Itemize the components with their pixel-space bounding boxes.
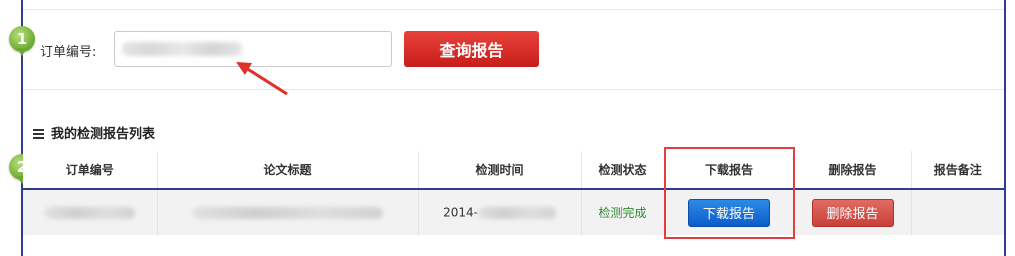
cell-check-time: 2014-: [418, 189, 582, 235]
header-status: 检测状态: [581, 151, 665, 189]
table-row: 2014- 检测完成 下载报告 删除报告: [23, 189, 1004, 235]
report-list-title-text: 我的检测报告列表: [51, 127, 156, 142]
order-number-label: 订单编号:: [40, 45, 97, 60]
report-table: 订单编号 论文标题 检测时间 检测状态 下载报告 删除报告 报告备注 2014-…: [23, 151, 1004, 235]
status-value: 检测完成: [598, 206, 647, 220]
table-header-row: 订单编号 论文标题 检测时间 检测状态 下载报告 删除报告 报告备注: [23, 151, 1004, 189]
download-highlight-box: [664, 147, 795, 239]
cell-delete: 删除报告: [794, 189, 912, 235]
cell-status: 检测完成: [581, 189, 665, 235]
step-1-marker: 1: [9, 26, 35, 56]
redacted-order-number-cell: [44, 207, 135, 219]
redacted-check-time: [477, 206, 556, 219]
header-paper-title: 论文标题: [157, 151, 419, 189]
header-check-time: 检测时间: [418, 151, 582, 189]
report-list-title: 我的检测报告列表: [33, 123, 155, 142]
list-icon: [33, 129, 44, 139]
check-time-value: 2014-: [443, 205, 478, 220]
header-delete-report: 删除报告: [794, 151, 912, 189]
divider-top: [23, 9, 1004, 10]
cell-paper-title: [157, 189, 419, 235]
red-arrow-icon: [236, 62, 288, 96]
header-report-remark: 报告备注: [911, 151, 1004, 189]
redacted-paper-title: [192, 207, 383, 219]
header-order-number: 订单编号: [23, 151, 158, 189]
cell-order-number: [23, 189, 158, 235]
redacted-order-number: [122, 42, 242, 56]
delete-report-button[interactable]: 删除报告: [811, 198, 894, 227]
query-report-button[interactable]: 查询报告: [404, 31, 539, 67]
divider-middle: [23, 89, 1004, 90]
cell-remark: [911, 189, 1004, 235]
frame-right-border: [1004, 0, 1006, 256]
